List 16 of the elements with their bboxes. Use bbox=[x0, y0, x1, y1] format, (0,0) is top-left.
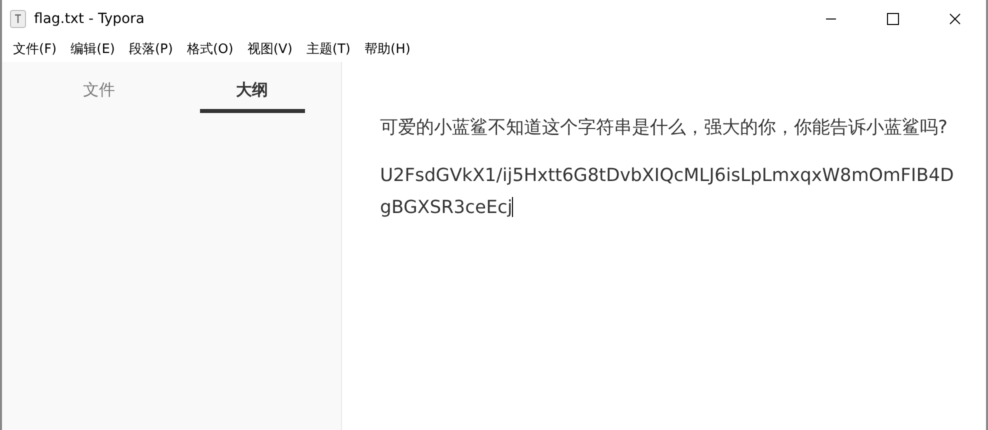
window-title: flag.txt - Typora bbox=[34, 10, 144, 28]
app-icon bbox=[10, 10, 26, 28]
text-paragraph: U2FsdGVkX1/ij5Hxtt6G8tDvbXIQcMLJ6isLpLmxqxW8mOmFIB4DgBGXSR3ceEcj bbox=[380, 164, 955, 220]
close-icon bbox=[949, 13, 961, 25]
menu-item[interactable]: 编辑(E) bbox=[64, 40, 122, 60]
menu-item[interactable]: 段落(P) bbox=[122, 40, 180, 60]
menu-item[interactable]: 主题(T) bbox=[299, 40, 358, 60]
sidebar-tab[interactable]: 文件 bbox=[46, 62, 152, 113]
menu-item[interactable]: 格式(O) bbox=[180, 40, 240, 60]
menu-item[interactable]: 帮助(H) bbox=[358, 40, 418, 60]
menu-item[interactable]: 文件(F) bbox=[6, 40, 64, 60]
text-cursor bbox=[512, 197, 514, 217]
sidebar-tab[interactable]: 大纲 bbox=[200, 62, 304, 113]
maximize-icon bbox=[887, 13, 899, 25]
text-paragraph: 可爱的小蓝鲨不知道这个字符串是什么，强大的你，你能告诉小蓝鲨吗? bbox=[380, 116, 949, 140]
menu-item[interactable]: 视图(V) bbox=[240, 40, 300, 60]
